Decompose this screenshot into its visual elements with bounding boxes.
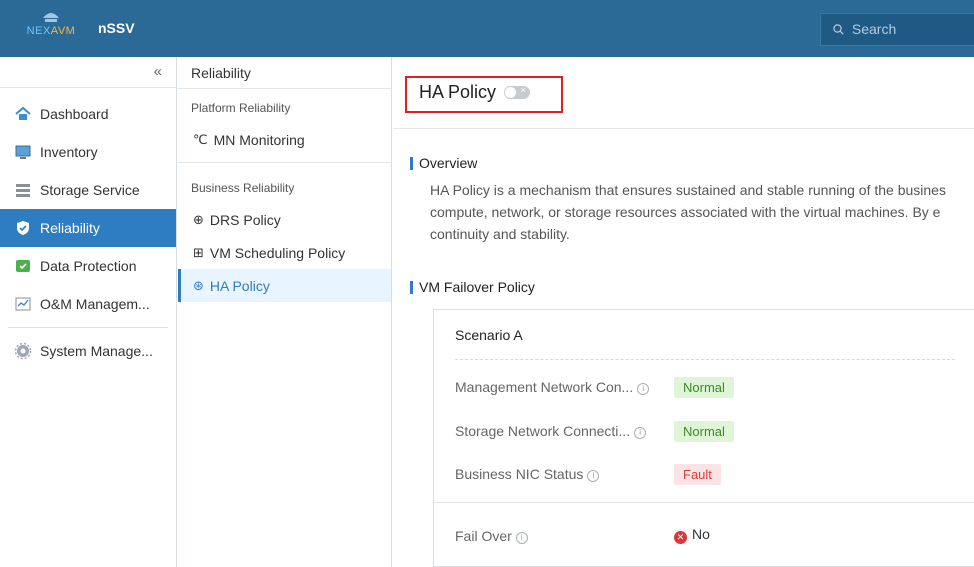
sidebar-item-inventory[interactable]: Inventory <box>0 133 176 171</box>
monitor-icon <box>15 145 31 159</box>
row-label: Storage Network Connecti... <box>455 423 631 439</box>
info-icon[interactable]: i <box>637 383 650 395</box>
secondary-nav-title: Reliability <box>178 57 391 89</box>
fail-over-row: Fail Over i <box>455 528 528 544</box>
protection-icon <box>16 260 30 272</box>
main-content: HA Policy × Overview HA Policy is a mech… <box>393 57 974 567</box>
secondary-nav: Reliability Platform Reliability ℃ MN Mo… <box>178 57 392 567</box>
sidebar-item-om-management[interactable]: O&M Managem... <box>0 285 176 323</box>
logo-text: NEXAVM <box>26 25 76 37</box>
scenario-card: Scenario A Management Network Con... i No… <box>433 309 974 567</box>
info-icon[interactable]: i <box>634 427 647 439</box>
vm-failover-heading: VM Failover Policy <box>410 279 535 295</box>
search-input[interactable]: Search <box>820 13 974 46</box>
primary-sidebar: « Dashboard Inventory Storage Service Re… <box>0 57 177 567</box>
nav-group-label: Business Reliability <box>191 181 295 195</box>
nav-item-label: MN Monitoring <box>213 131 305 148</box>
nav-divider <box>178 162 391 163</box>
scenario-title: Scenario A <box>455 327 523 343</box>
search-placeholder: Search <box>851 21 897 37</box>
title-highlight-box: HA Policy × <box>405 76 563 113</box>
card-divider <box>434 502 974 503</box>
chart-icon <box>15 297 31 311</box>
sidebar-item-label: Dashboard <box>40 106 109 122</box>
nav-item-drs-policy[interactable]: ⊕ DRS Policy <box>178 203 391 236</box>
toggle-knob <box>504 87 516 98</box>
row-label: Fail Over <box>455 528 512 544</box>
fail-over-value: ✕ No <box>674 526 710 544</box>
page-header: HA Policy × <box>393 57 974 129</box>
row-label: Business NIC Status <box>455 466 584 482</box>
logo-icon <box>43 13 59 22</box>
business-nic-row: Business NIC Status i <box>455 466 600 482</box>
sidebar-item-label: Data Protection <box>40 258 137 274</box>
shield-icon <box>17 221 29 235</box>
sidebar-item-label: Storage Service <box>40 182 140 198</box>
overview-line: compute, network, or storage resources a… <box>430 204 941 220</box>
scheduling-icon: ⊞ <box>193 244 204 260</box>
row-label: Management Network Con... <box>455 379 634 395</box>
storage-network-row: Storage Network Connecti... i <box>455 423 647 439</box>
product-name: nSSV <box>98 20 135 36</box>
double-chevron-left-icon: « <box>153 63 162 80</box>
drs-icon: ⊕ <box>193 211 204 227</box>
page-title: HA Policy <box>419 82 497 102</box>
sidebar-item-system-management[interactable]: System Manage... <box>0 332 176 370</box>
overview-text: HA Policy is a mechanism that ensures su… <box>430 179 974 245</box>
nav-item-label: HA Policy <box>209 277 270 294</box>
error-icon: ✕ <box>674 531 687 544</box>
nav-item-label: VM Scheduling Policy <box>209 244 346 261</box>
nav-item-label: DRS Policy <box>209 211 281 228</box>
storage-icon <box>16 184 30 197</box>
management-network-row: Management Network Con... i <box>455 379 650 395</box>
nav-item-ha-policy[interactable]: ⊛ HA Policy <box>178 269 391 302</box>
sidebar-item-data-protection[interactable]: Data Protection <box>0 247 176 285</box>
sidebar-item-label: O&M Managem... <box>40 296 150 312</box>
info-icon[interactable]: i <box>587 470 600 482</box>
ha-policy-toggle[interactable]: × <box>503 85 530 99</box>
sidebar-item-label: System Manage... <box>40 343 153 359</box>
nav-item-vm-scheduling-policy[interactable]: ⊞ VM Scheduling Policy <box>178 236 391 269</box>
status-badge: Normal <box>674 421 734 442</box>
overview-line: HA Policy is a mechanism that ensures su… <box>430 182 946 198</box>
sidebar-item-storage-service[interactable]: Storage Service <box>0 171 176 209</box>
status-badge: Normal <box>674 377 734 398</box>
overview-heading: Overview <box>409 155 478 171</box>
sidebar-item-reliability[interactable]: Reliability <box>0 209 176 247</box>
status-badge: Fault <box>674 464 721 485</box>
nav-group-label: Platform Reliability <box>191 101 291 115</box>
logo-mark: NEXAVM <box>16 8 86 48</box>
close-icon: × <box>520 85 526 95</box>
monitoring-icon: ℃ <box>193 131 208 147</box>
top-bar: NEXAVM nSSV Search <box>0 0 974 57</box>
sidebar-divider <box>8 327 168 328</box>
brand-logo[interactable]: NEXAVM nSSV <box>14 8 156 49</box>
sidebar-item-label: Inventory <box>40 144 98 160</box>
info-icon[interactable]: i <box>515 532 528 544</box>
home-icon <box>15 106 31 120</box>
overview-line: continuity and stability. <box>430 226 570 242</box>
sidebar-item-dashboard[interactable]: Dashboard <box>0 95 176 133</box>
sidebar-item-label: Reliability <box>40 220 100 236</box>
nav-item-mn-monitoring[interactable]: ℃ MN Monitoring <box>178 123 391 156</box>
search-icon <box>833 24 844 35</box>
collapse-sidebar-button[interactable]: « <box>0 57 176 88</box>
fail-over-text: No <box>692 526 710 542</box>
ha-icon: ⊛ <box>193 277 204 293</box>
gear-icon <box>14 342 32 360</box>
dashed-divider <box>455 359 955 360</box>
